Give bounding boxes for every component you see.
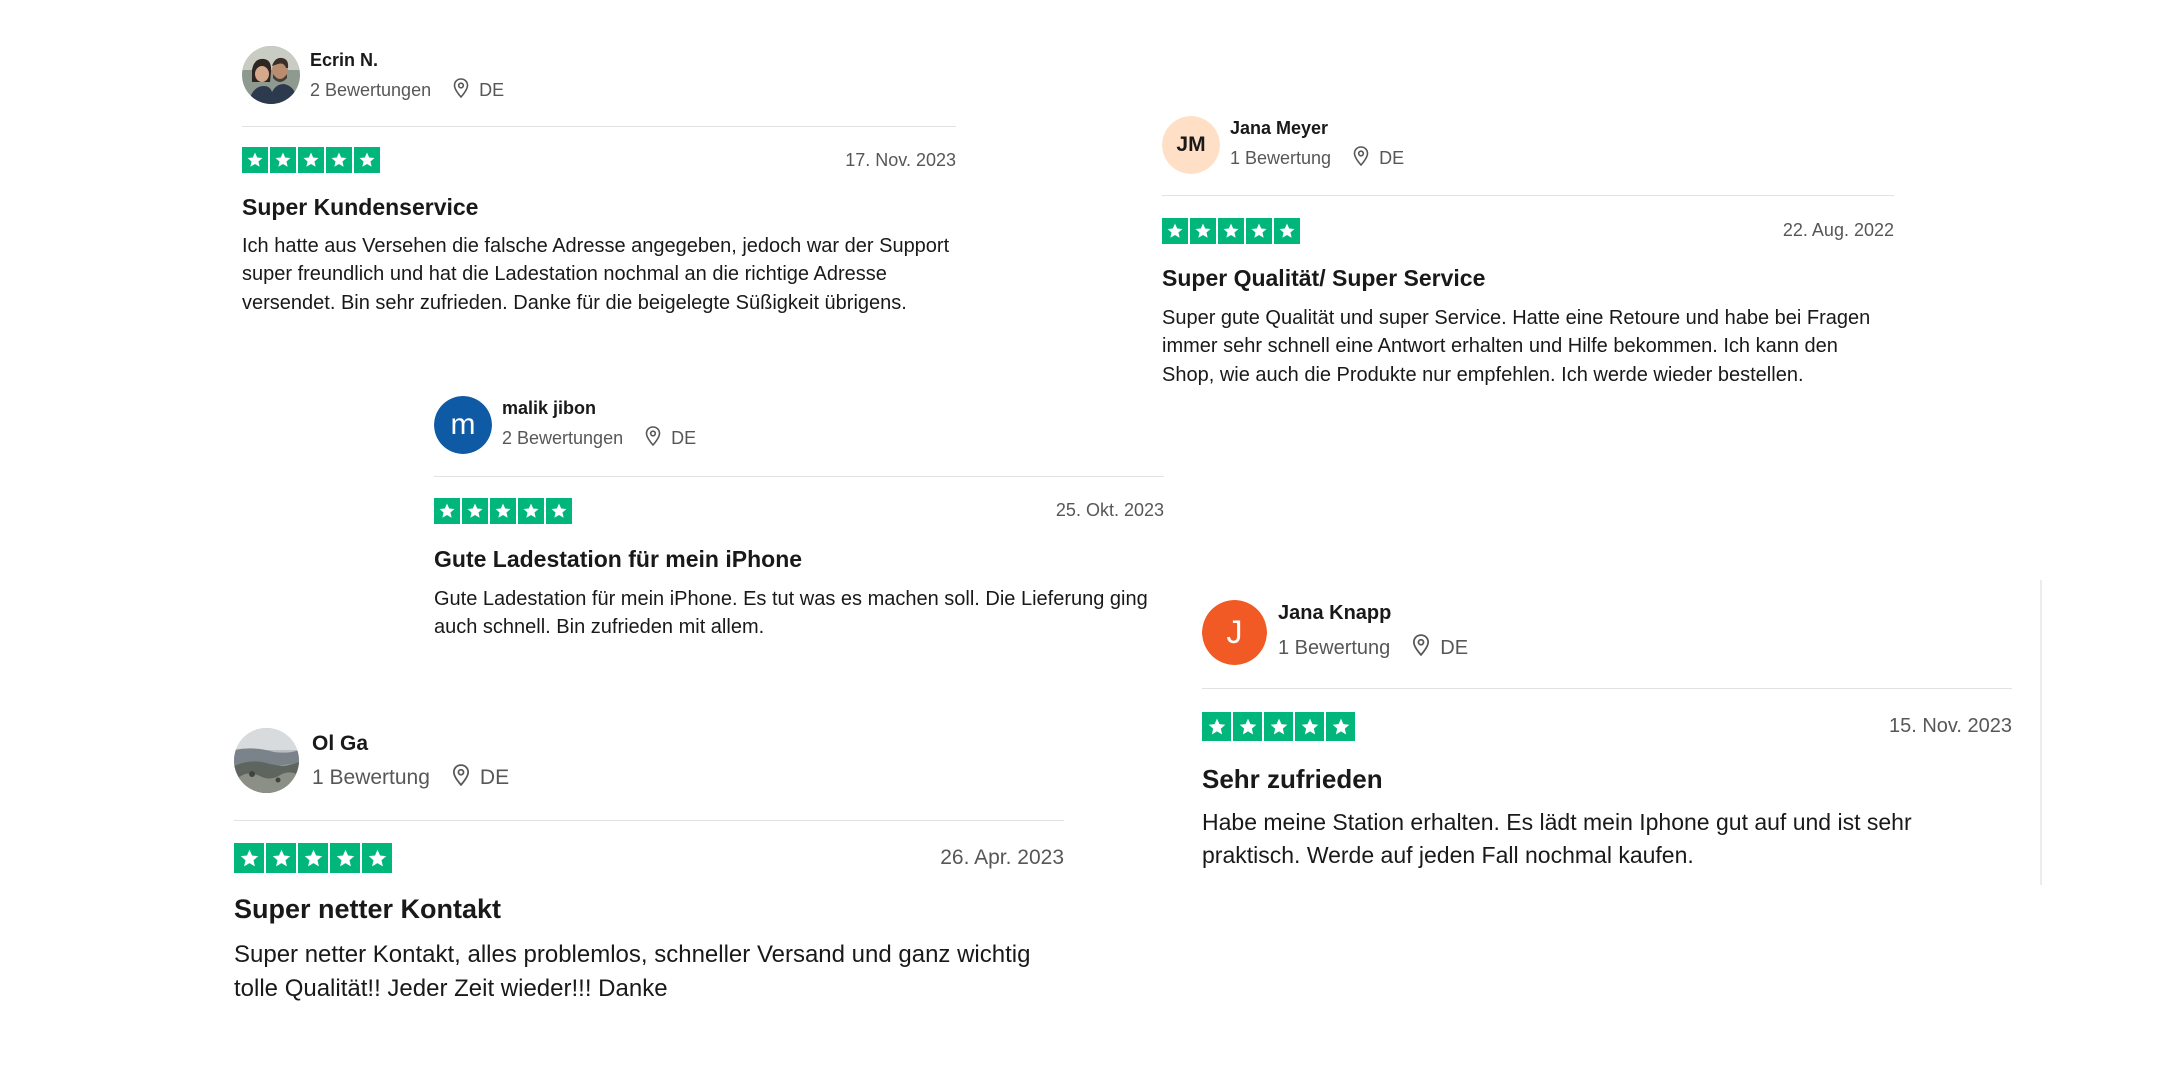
star-icon [1218, 218, 1244, 244]
review-card: m malik jibon 2 Bewertungen DE 25. Okt. … [434, 396, 1164, 638]
star-rating [234, 843, 392, 873]
reviewer-name[interactable]: Ecrin N. [310, 50, 378, 71]
reviewer-name[interactable]: malik jibon [502, 398, 596, 419]
star-rating [1202, 712, 1355, 741]
reviewer-name[interactable]: Jana Meyer [1230, 118, 1328, 139]
divider [1162, 195, 1894, 196]
review-date: 17. Nov. 2023 [845, 150, 956, 170]
divider [1202, 688, 2012, 689]
review-date: 15. Nov. 2023 [1888, 715, 2012, 737]
review-body: Ich hatte aus Versehen die falsche Adres… [242, 235, 950, 314]
avatar-initials: J [1202, 600, 1267, 665]
review-header: m malik jibon 2 Bewertungen DE [434, 396, 1164, 476]
location-pin-icon [1353, 146, 1369, 171]
reviewer-name[interactable]: Jana Knapp [1278, 602, 1391, 625]
review-card: Ecrin N. 2 Bewertungen DE 17. Nov. 2023 … [242, 46, 956, 314]
divider [434, 476, 1164, 477]
review-title[interactable]: Gute Ladestation für mein iPhone [434, 546, 802, 573]
review-card: J Jana Knapp 1 Bewertung DE 15. Nov. 202… [1202, 600, 2012, 868]
star-icon [1202, 712, 1231, 741]
star-icon [1274, 218, 1300, 244]
reviewer-meta: 2 Bewertungen DE [502, 426, 696, 451]
star-icon [1162, 218, 1188, 244]
review-header: J Jana Knapp 1 Bewertung DE [1202, 600, 2012, 688]
divider [242, 126, 956, 127]
star-icon [546, 498, 572, 524]
star-icon [434, 498, 460, 524]
star-icon [298, 147, 324, 173]
reviewer-country: DE [479, 766, 510, 789]
avatar-initials: m [434, 396, 492, 454]
review-count: 2 Bewertungen [310, 80, 432, 100]
reviewer-country: DE [479, 80, 505, 100]
review-header: Ol Ga 1 Bewertung DE [234, 728, 1064, 816]
location-pin-icon [645, 426, 661, 451]
avatar[interactable]: m [434, 396, 492, 454]
star-icon [234, 843, 264, 873]
star-icon [1190, 218, 1216, 244]
star-icon [1295, 712, 1324, 741]
review-title[interactable]: Super netter Kontakt [234, 894, 501, 925]
review-body: Gute Ladestation für mein iPhone. Es tut… [434, 588, 1148, 639]
reviewer-country: DE [671, 428, 697, 448]
reviewer-meta: 2 Bewertungen DE [310, 78, 504, 103]
review-count: 1 Bewertung [1278, 636, 1391, 659]
location-pin-icon [453, 78, 469, 103]
star-icon [1264, 712, 1293, 741]
review-date: 22. Aug. 2022 [1782, 220, 1894, 240]
beach-photo-icon [234, 728, 299, 793]
location-pin-icon [1412, 634, 1430, 662]
star-icon [1326, 712, 1355, 741]
review-count: 1 Bewertung [1230, 148, 1332, 168]
divider [234, 820, 1064, 821]
location-pin-icon [452, 764, 470, 792]
review-count: 2 Bewertungen [502, 428, 624, 448]
star-icon [270, 147, 296, 173]
review-title[interactable]: Super Kundenservice [242, 194, 478, 221]
star-icon [330, 843, 360, 873]
avatar[interactable]: JM [1162, 116, 1220, 174]
reviewer-meta: 1 Bewertung DE [1278, 634, 1468, 662]
star-rating [1162, 218, 1300, 244]
review-card: JM Jana Meyer 1 Bewertung DE 22. Aug. 20… [1162, 116, 1894, 386]
review-header: Ecrin N. 2 Bewertungen DE [242, 46, 956, 126]
star-icon [1246, 218, 1272, 244]
reviewer-country: DE [1440, 636, 1469, 659]
review-count: 1 Bewertung [312, 766, 430, 789]
review-body: Super gute Qualität und super Service. H… [1162, 307, 1871, 386]
avatar-initials: JM [1162, 116, 1220, 174]
star-rating [242, 147, 380, 173]
review-title[interactable]: Sehr zufrieden [1202, 764, 1383, 795]
star-icon [298, 843, 328, 873]
reviewer-country: DE [1379, 148, 1405, 168]
star-icon [242, 147, 268, 173]
star-icon [362, 843, 392, 873]
avatar[interactable]: J [1202, 600, 1267, 665]
avatar[interactable] [242, 46, 300, 104]
star-icon [266, 843, 296, 873]
reviewer-meta: 1 Bewertung DE [312, 764, 509, 792]
star-icon [490, 498, 516, 524]
review-header: JM Jana Meyer 1 Bewertung DE [1162, 116, 1894, 196]
reviewer-name[interactable]: Ol Ga [312, 732, 368, 756]
star-icon [326, 147, 352, 173]
review-body: Super netter Kontakt, alles problemlos, … [234, 941, 1031, 1003]
review-date: 25. Okt. 2023 [1055, 500, 1164, 520]
star-icon [462, 498, 488, 524]
review-card: Ol Ga 1 Bewertung DE 26. Apr. 2023 Super… [234, 728, 1064, 1002]
star-rating [434, 498, 572, 524]
star-icon [354, 147, 380, 173]
star-icon [518, 498, 544, 524]
couple-photo-icon [242, 46, 300, 104]
star-icon [1233, 712, 1262, 741]
review-title[interactable]: Super Qualität/ Super Service [1162, 265, 1485, 292]
avatar[interactable] [234, 728, 299, 793]
column-border [2040, 580, 2042, 885]
review-date: 26. Apr. 2023 [940, 846, 1064, 869]
reviewer-meta: 1 Bewertung DE [1230, 146, 1404, 171]
review-body: Habe meine Station erhalten. Es lädt mei… [1202, 809, 1912, 868]
